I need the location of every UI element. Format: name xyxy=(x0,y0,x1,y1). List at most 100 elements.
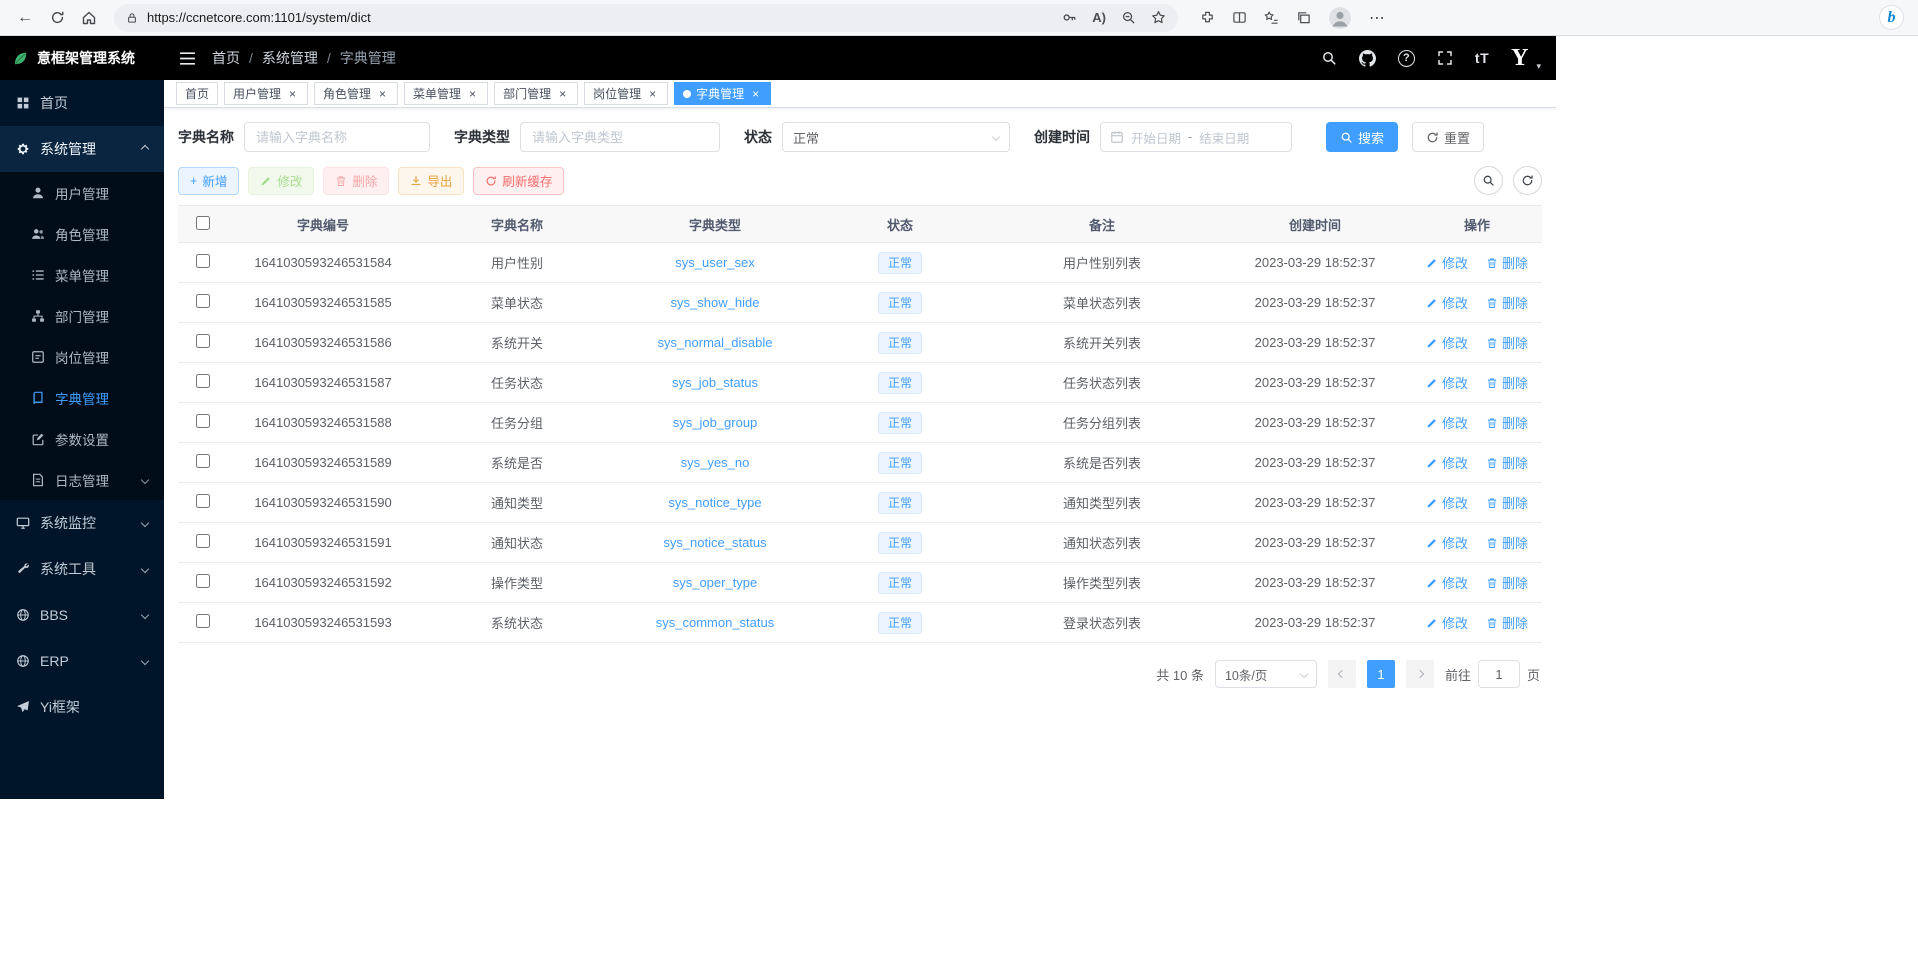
read-aloud-icon[interactable]: A) xyxy=(1092,10,1106,25)
fullscreen-icon[interactable] xyxy=(1437,50,1453,66)
header-search-icon[interactable] xyxy=(1321,50,1337,66)
breadcrumb-system[interactable]: 系统管理 xyxy=(262,48,318,68)
row-checkbox[interactable] xyxy=(196,414,210,428)
dict-type-link[interactable]: sys_notice_status xyxy=(663,535,766,550)
extensions-icon[interactable] xyxy=(1200,10,1215,25)
sidebar-subitem-departments[interactable]: 部门管理 xyxy=(0,295,164,336)
date-range-picker[interactable]: 开始日期 - 结束日期 xyxy=(1100,122,1292,152)
dict-type-link[interactable]: sys_user_sex xyxy=(675,255,754,270)
sidebar-item-tools[interactable]: 系统工具 xyxy=(0,546,164,592)
status-select[interactable]: 正常 xyxy=(782,122,1010,152)
browser-menu-icon[interactable]: ⋯ xyxy=(1369,8,1385,28)
row-delete-link[interactable]: 删除 xyxy=(1486,493,1528,512)
export-button[interactable]: 导出 xyxy=(398,167,464,195)
sidebar-item-bbs[interactable]: BBS xyxy=(0,592,164,638)
tab-close-icon[interactable]: × xyxy=(646,87,659,100)
font-size-icon[interactable]: tT xyxy=(1475,50,1489,66)
address-url[interactable]: https://ccnetcore.com:1101/system/dict xyxy=(147,10,1053,25)
tab-close-icon[interactable]: × xyxy=(376,87,389,100)
row-delete-link[interactable]: 删除 xyxy=(1486,613,1528,632)
zoom-out-icon[interactable] xyxy=(1121,10,1136,25)
row-checkbox[interactable] xyxy=(196,454,210,468)
address-bar[interactable]: https://ccnetcore.com:1101/system/dict A… xyxy=(114,4,1178,32)
tab-close-icon[interactable]: × xyxy=(286,87,299,100)
row-checkbox[interactable] xyxy=(196,534,210,548)
row-checkbox[interactable] xyxy=(196,494,210,508)
row-delete-link[interactable]: 删除 xyxy=(1486,373,1528,392)
row-delete-link[interactable]: 删除 xyxy=(1486,573,1528,592)
row-edit-link[interactable]: 修改 xyxy=(1426,453,1468,472)
sidebar-subitem-params[interactable]: 参数设置 xyxy=(0,418,164,459)
delete-button[interactable]: 删除 xyxy=(323,167,389,195)
sidebar-subitem-logs[interactable]: 日志管理 xyxy=(0,459,164,500)
toggle-search-button[interactable] xyxy=(1474,166,1503,195)
tab-3[interactable]: 菜单管理× xyxy=(404,82,488,105)
row-checkbox[interactable] xyxy=(196,574,210,588)
select-all-checkbox[interactable] xyxy=(196,216,210,230)
next-page-button[interactable] xyxy=(1406,660,1434,688)
dict-type-link[interactable]: sys_yes_no xyxy=(681,455,750,470)
tab-6[interactable]: 字典管理× xyxy=(674,82,771,105)
github-icon[interactable] xyxy=(1359,50,1376,67)
dict-type-link[interactable]: sys_normal_disable xyxy=(658,335,773,350)
row-delete-link[interactable]: 删除 xyxy=(1486,533,1528,552)
sidebar-item-yi[interactable]: Yi框架 xyxy=(0,684,164,730)
collections-icon[interactable] xyxy=(1296,10,1311,25)
browser-back-button[interactable]: ← xyxy=(10,4,40,32)
row-edit-link[interactable]: 修改 xyxy=(1426,493,1468,512)
browser-refresh-button[interactable] xyxy=(42,4,72,32)
row-delete-link[interactable]: 删除 xyxy=(1486,413,1528,432)
dict-type-input[interactable] xyxy=(520,122,720,152)
browser-home-button[interactable] xyxy=(74,4,104,32)
copilot-bing-icon[interactable]: b xyxy=(1879,5,1904,30)
help-icon[interactable]: ? xyxy=(1398,50,1415,67)
row-delete-link[interactable]: 删除 xyxy=(1486,253,1528,272)
tab-2[interactable]: 角色管理× xyxy=(314,82,398,105)
row-edit-link[interactable]: 修改 xyxy=(1426,373,1468,392)
app-logo[interactable]: 意框架管理系统 xyxy=(0,36,164,80)
reset-button[interactable]: 重置 xyxy=(1412,122,1484,152)
sidebar-item-erp[interactable]: ERP xyxy=(0,638,164,684)
row-edit-link[interactable]: 修改 xyxy=(1426,573,1468,592)
row-delete-link[interactable]: 删除 xyxy=(1486,453,1528,472)
prev-page-button[interactable] xyxy=(1328,660,1356,688)
refresh-table-button[interactable] xyxy=(1513,166,1542,195)
sidebar-subitem-users[interactable]: 用户管理 xyxy=(0,172,164,213)
row-checkbox[interactable] xyxy=(196,254,210,268)
row-checkbox[interactable] xyxy=(196,614,210,628)
profile-avatar[interactable] xyxy=(1328,6,1352,30)
row-edit-link[interactable]: 修改 xyxy=(1426,413,1468,432)
dict-name-input[interactable] xyxy=(244,122,430,152)
row-checkbox[interactable] xyxy=(196,294,210,308)
tab-0[interactable]: 首页 xyxy=(176,82,218,105)
row-edit-link[interactable]: 修改 xyxy=(1426,333,1468,352)
dict-type-link[interactable]: sys_job_group xyxy=(673,415,758,430)
breadcrumb-home[interactable]: 首页 xyxy=(212,48,240,68)
dict-type-link[interactable]: sys_show_hide xyxy=(671,295,760,310)
tab-close-icon[interactable]: × xyxy=(556,87,569,100)
dict-type-link[interactable]: sys_common_status xyxy=(656,615,775,630)
tab-4[interactable]: 部门管理× xyxy=(494,82,578,105)
add-button[interactable]: + 新增 xyxy=(178,167,239,195)
favorites-bar-icon[interactable] xyxy=(1264,10,1279,25)
row-edit-link[interactable]: 修改 xyxy=(1426,613,1468,632)
row-delete-link[interactable]: 删除 xyxy=(1486,333,1528,352)
row-checkbox[interactable] xyxy=(196,334,210,348)
split-screen-icon[interactable] xyxy=(1232,10,1247,25)
row-edit-link[interactable]: 修改 xyxy=(1426,533,1468,552)
tab-close-icon[interactable]: × xyxy=(466,87,479,100)
page-size-select[interactable]: 10条/页 xyxy=(1215,660,1317,688)
avatar-logo[interactable]: Y xyxy=(1511,46,1528,70)
sidebar-item-system[interactable]: 系统管理 xyxy=(0,126,164,172)
dict-type-link[interactable]: sys_oper_type xyxy=(673,575,758,590)
current-page-button[interactable]: 1 xyxy=(1367,660,1395,688)
sidebar-item-monitor[interactable]: 系统监控 xyxy=(0,500,164,546)
row-delete-link[interactable]: 删除 xyxy=(1486,293,1528,312)
sidebar-toggle-icon[interactable] xyxy=(179,51,196,66)
dict-type-link[interactable]: sys_notice_type xyxy=(668,495,761,510)
favorite-star-icon[interactable] xyxy=(1151,10,1166,25)
dict-type-link[interactable]: sys_job_status xyxy=(672,375,758,390)
refresh-cache-button[interactable]: 刷新缓存 xyxy=(473,167,564,195)
search-button[interactable]: 搜索 xyxy=(1326,122,1398,152)
goto-page-input[interactable] xyxy=(1478,660,1520,688)
